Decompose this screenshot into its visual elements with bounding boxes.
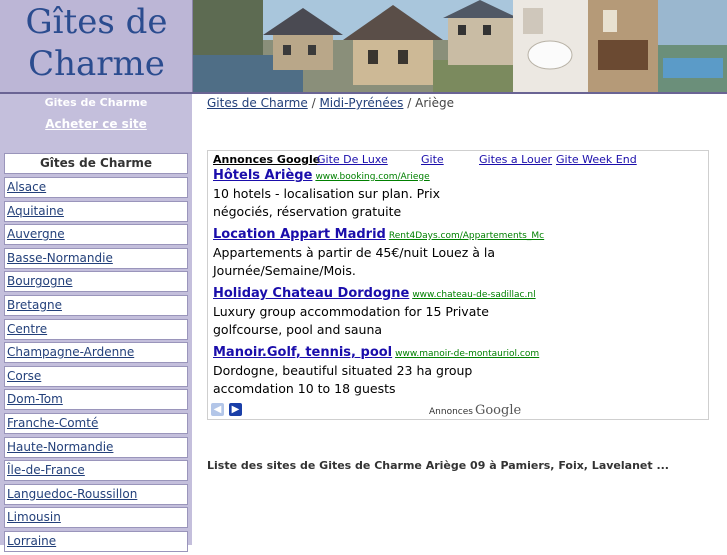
region-link-bretagne[interactable]: Bretagne xyxy=(4,294,188,316)
google-ads-box: Annonces Google Gite De Luxe Gite Gites … xyxy=(207,150,709,420)
region-link-corse[interactable]: Corse xyxy=(4,365,188,387)
region-link-limousin[interactable]: Limousin xyxy=(4,507,188,529)
region-link-franche-comte[interactable]: Franche-Comté xyxy=(4,412,188,434)
ad-title-link[interactable]: Holiday Chateau Dordogne www.chateau-de-s… xyxy=(213,286,536,301)
ad-link-bar: Annonces Google Gite De Luxe Gite Gites … xyxy=(213,152,705,166)
ad-title-text[interactable]: Location Appart Madrid xyxy=(213,227,386,242)
ad-top-link[interactable]: Gites a Louer xyxy=(479,153,552,166)
ad-title-link[interactable]: Hôtels Ariège www.booking.com/Ariege xyxy=(213,168,430,183)
google-logo: Google xyxy=(474,403,522,418)
header-banner-photos xyxy=(193,0,727,94)
region-list: Gîtes de Charme Alsace Aquitaine Auvergn… xyxy=(4,153,188,555)
ad-title-link[interactable]: Location Appart Madrid Rent4Days.com/Appa… xyxy=(213,227,544,242)
ad-description: Luxury group accommodation for 15 Privat… xyxy=(213,304,489,337)
ad-top-link[interactable]: Gite De Luxe xyxy=(317,153,388,166)
intro-text: Liste des sites de Gites de Charme Arièg… xyxy=(207,459,669,472)
ad-top-link[interactable]: Gite Week End xyxy=(556,153,637,166)
chevron-right-icon[interactable]: ▶ xyxy=(229,403,242,416)
region-link-auvergne[interactable]: Auvergne xyxy=(4,224,188,246)
region-link-basse-normandie[interactable]: Basse-Normandie xyxy=(4,247,188,269)
ad-url[interactable]: www.manoir-de-montauriol.com xyxy=(395,349,539,359)
site-logo[interactable]: Gîtes de Charme xyxy=(0,0,193,94)
region-link-alsace[interactable]: Alsace xyxy=(4,177,188,198)
region-link-haute-normandie[interactable]: Haute-Normandie xyxy=(4,436,188,458)
ad-description: 10 hotels - localisation sur plan. Prix … xyxy=(213,186,440,219)
buy-site-link[interactable]: Acheter ce site xyxy=(0,117,192,131)
ads-label[interactable]: Annonces Google xyxy=(213,153,320,166)
sidebar: Gites de Charme Acheter ce site Gîtes de… xyxy=(0,94,192,552)
breadcrumb: Gites de Charme / Midi-Pyrénées / Ariège xyxy=(207,96,454,110)
banner-photo-collage xyxy=(193,0,727,94)
ad-title-link[interactable]: Manoir.Golf, tennis, pool www.manoir-de-m… xyxy=(213,345,539,360)
region-link-centre[interactable]: Centre xyxy=(4,318,188,340)
region-link-aquitaine[interactable]: Aquitaine xyxy=(4,200,188,222)
breadcrumb-separator: / xyxy=(407,96,412,110)
ads-footer-label: Annonces xyxy=(429,407,473,417)
ad-url[interactable]: www.chateau-de-sadillac.nl xyxy=(412,290,535,300)
region-link-dom-tom[interactable]: Dom-Tom xyxy=(4,389,188,411)
chevron-left-icon[interactable]: ◀ xyxy=(211,403,224,416)
ad-top-link[interactable]: Gite xyxy=(421,153,444,166)
ad-title-text[interactable]: Hôtels Ariège xyxy=(213,168,312,183)
ad-description: Dordogne, beautiful situated 23 ha group… xyxy=(213,363,473,396)
header: Gîtes de Charme xyxy=(0,0,727,94)
sidebar-title: Gites de Charme xyxy=(44,96,148,109)
breadcrumb-separator: / xyxy=(311,96,316,110)
ad-url[interactable]: Rent4Days.com/Appartements_Mc xyxy=(389,231,544,241)
breadcrumb-link-home[interactable]: Gites de Charme xyxy=(207,96,308,110)
ad-title-text[interactable]: Holiday Chateau Dordogne xyxy=(213,286,409,301)
breadcrumb-link-region[interactable]: Midi-Pyrénées xyxy=(319,96,403,110)
breadcrumb-current: Ariège xyxy=(415,96,454,110)
ad-url[interactable]: www.booking.com/Ariege xyxy=(315,172,429,182)
logo-line1: Gîtes de xyxy=(25,2,168,42)
region-link-bourgogne[interactable]: Bourgogne xyxy=(4,271,188,293)
region-link-languedoc-roussillon[interactable]: Languedoc-Roussillon xyxy=(4,483,188,505)
region-link-ile-de-france[interactable]: Île-de-France xyxy=(4,460,188,482)
region-link-lorraine[interactable]: Lorraine xyxy=(4,530,188,552)
ad-description: Appartements à partir de 45€/nuit Louez … xyxy=(213,245,496,278)
ads-footer[interactable]: Annonces Google xyxy=(429,403,521,418)
logo-line2: Charme xyxy=(28,44,165,84)
ad-title-text[interactable]: Manoir.Golf, tennis, pool xyxy=(213,345,392,360)
region-list-heading: Gîtes de Charme xyxy=(4,153,188,174)
region-link-champagne-ardenne[interactable]: Champagne-Ardenne xyxy=(4,342,188,364)
